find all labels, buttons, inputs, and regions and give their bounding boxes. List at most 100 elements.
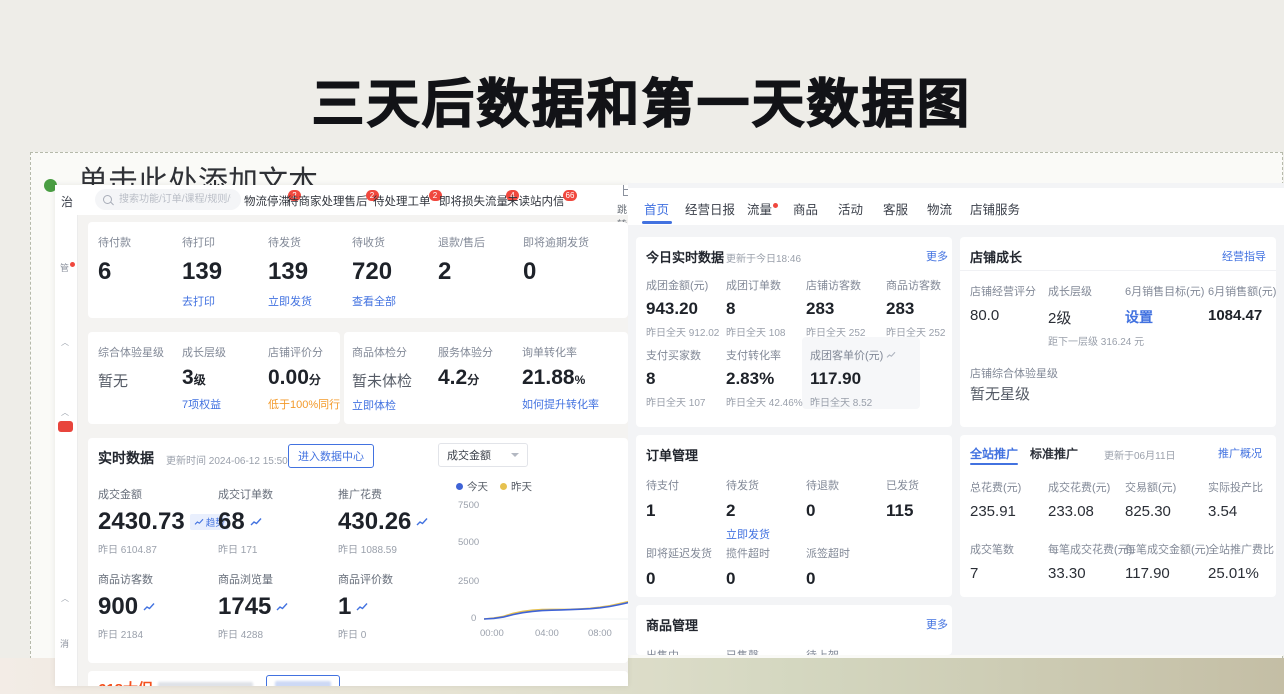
trend-icon (886, 351, 896, 359)
stat-unshipped: 待发货2立即发货 (726, 477, 770, 542)
left-dashboard: 治 管 ︿ ︿ ︿ 消 物流停滞2 待商家处理售后2 待处理工单2 即将损失流量… (55, 185, 628, 686)
go-print-link[interactable]: 去打印 (182, 293, 222, 309)
stat-pending-pay: 待付款6 (98, 234, 131, 286)
left-header: 物流停滞2 待商家处理售后2 待处理工单2 即将损失流量4 未读站内信66 跳转 (77, 185, 628, 215)
realtime-card: 实时数据 更新时间 2024-06-12 15:50:40 进入数据中心 成交金… (88, 438, 628, 663)
stat-inquiry-cvr: 询单转化率21.88%如何提升转化率 (522, 344, 599, 412)
tab-sitewide-promo[interactable]: 全站推广 (970, 445, 1018, 462)
tab-activity[interactable]: 活动 (838, 199, 863, 218)
promo-text-blur (158, 682, 253, 686)
search-input[interactable] (117, 193, 233, 206)
trend-icon[interactable] (276, 602, 288, 612)
goods-col: 出售中 (646, 647, 679, 655)
ytick: 5000 (458, 537, 479, 548)
nav-unread-messages[interactable]: 未读站内信66 (507, 193, 579, 209)
stat-gmv: 成交金额2430.73趋势昨日 6104.87 (98, 486, 229, 556)
nav-tickets-pending[interactable]: 待处理工单2 (373, 193, 444, 209)
yesterday-dot (500, 483, 507, 490)
tab-home[interactable]: 首页 (644, 199, 669, 218)
tab-service[interactable]: 客服 (883, 199, 908, 218)
orders-card: 订单管理 待支付1 待发货2立即发货 待退款0 已发货115 即将延迟发货0 揽… (636, 435, 952, 597)
metric-select[interactable]: 成交金额 (438, 443, 528, 467)
promo-button[interactable] (266, 675, 340, 686)
ytick: 2500 (458, 576, 479, 587)
legend-today[interactable]: 今天 (456, 479, 488, 494)
goods-title: 商品管理 (646, 615, 698, 634)
stat-to-print: 待打印139去打印 (182, 234, 222, 309)
tab-traffic[interactable]: 流量 (747, 199, 777, 218)
more-link[interactable]: 更多 (926, 616, 948, 632)
page-title: 三天后数据和第一天数据图 (0, 62, 1284, 137)
stat-pageviews: 商品浏览量1745昨日 4288 (218, 571, 288, 641)
stat-shop-rating: 店铺经营评分80.0 (970, 283, 1036, 324)
legend-yesterday[interactable]: 昨天 (500, 479, 532, 494)
chevron-up-icon[interactable]: ︿ (61, 593, 69, 604)
stat-shop-score: 店铺评价分0.00分低于100%同行 (268, 344, 340, 412)
stat-unpaid: 待支付1 (646, 477, 679, 521)
today-title: 今日实时数据 (646, 247, 724, 266)
search-icon (103, 195, 112, 204)
tab-logistics[interactable]: 物流 (927, 199, 952, 218)
ytick: 7500 (458, 500, 479, 511)
trend-icon[interactable] (143, 602, 155, 612)
goods-col: 已售罄 (726, 647, 759, 655)
more-link[interactable]: 更多 (926, 248, 948, 264)
left-sidebar[interactable]: 治 管 ︿ ︿ ︿ 消 (55, 185, 78, 686)
xtick: 00:00 (480, 628, 504, 639)
sidebar-top-char: 治 (61, 193, 73, 210)
ads-card: 全站推广 标准推广 更新于06月11日 推广概况 总花费(元)235.91 成交… (960, 435, 1276, 597)
stat-reviews: 商品评价数1昨日 0 (338, 571, 393, 641)
promo-618-icon[interactable] (58, 421, 73, 432)
manage-icon[interactable]: 管 (60, 261, 74, 274)
stat-month-sales: 6月销售额(元)1084.47 (1208, 283, 1276, 324)
stat-refund: 退款/售后2 (438, 234, 485, 286)
stat-total-cost: 总花费(元)235.91 (970, 479, 1021, 520)
tab-daily-report[interactable]: 经营日报 (685, 199, 735, 218)
trend-icon[interactable] (250, 517, 262, 527)
ship-now-link[interactable]: 立即发货 (268, 293, 312, 309)
promo-overview-link[interactable]: 推广概况 (1218, 445, 1262, 461)
stat-deal-count: 成交笔数7 (970, 541, 1014, 582)
tab-shop-service[interactable]: 店铺服务 (970, 199, 1020, 218)
tab-goods[interactable]: 商品 (793, 199, 818, 218)
stat-service-score: 服务体验分4.2分 (438, 344, 493, 390)
stat-goods-visitors: 商品访客数283昨日全天 252 (886, 277, 945, 339)
today-card: 今日实时数据 更新于今日18:46 更多 成团金额(元)943.20昨日全天 9… (636, 237, 952, 427)
ship-now-link[interactable]: 立即发货 (726, 526, 770, 542)
stat-visitors: 商品访客数900昨日 2184 (98, 571, 155, 641)
nav-aftersale-pending[interactable]: 待商家处理售后2 (287, 193, 381, 209)
chevron-down-icon (511, 453, 519, 457)
chevron-up-icon[interactable]: ︿ (61, 337, 69, 348)
rights-link[interactable]: 7项权益 (182, 396, 226, 412)
view-all-link[interactable]: 查看全部 (352, 293, 396, 309)
stat-pending-refund: 待退款0 (806, 477, 839, 521)
search-box[interactable] (95, 189, 241, 210)
stat-shop-visitors: 店铺访客数283昨日全天 252 (806, 277, 865, 339)
chevron-up-icon[interactable]: ︿ (61, 407, 69, 418)
stat-sales-target: 6月销售目标(元)设置 (1125, 283, 1204, 327)
data-center-button[interactable]: 进入数据中心 (288, 444, 374, 468)
right-dashboard: 首页 经营日报 流量 商品 活动 客服 物流 店铺服务 今日实时数据 更新于今日… (628, 183, 1284, 655)
message-icon[interactable]: 消 (60, 637, 69, 650)
stat-shipped: 已发货115 (886, 477, 919, 521)
stat-group-gmv: 成团金额(元)943.20昨日全天 912.02 (646, 277, 719, 339)
stat-cost-per-deal: 每笔成交花费(元)33.30 (1048, 541, 1132, 582)
below-peers-link[interactable]: 低于100%同行 (268, 396, 340, 412)
trend-icon[interactable] (356, 602, 368, 612)
stat-orders: 成交订单数68昨日 171 (218, 486, 273, 556)
health-card-b: 商品体检分暂未体检立即体检 服务体验分4.2分 询单转化率21.88%如何提升转… (344, 332, 628, 424)
guide-link[interactable]: 经营指导 (1222, 248, 1266, 264)
todo-card: 待付款6 待打印139去打印 待发货139立即发货 待收货720查看全部 退款/… (88, 222, 628, 318)
check-now-link[interactable]: 立即体检 (352, 397, 412, 413)
realtime-updated: 更新时间 2024-06-12 15:50:40 (166, 452, 302, 467)
stat-roi: 实际投产比3.54 (1208, 479, 1263, 520)
health-card-a: 综合体验星级暂无 成长层级3级7项权益 店铺评价分0.00分低于100%同行 (88, 332, 340, 424)
improve-cvr-link[interactable]: 如何提升转化率 (522, 396, 599, 412)
stat-pay-buyers: 支付买家数8昨日全天 107 (646, 347, 705, 409)
xtick: 04:00 (535, 628, 559, 639)
today-updated: 更新于今日18:46 (726, 250, 801, 265)
promo-title: 618大促 (98, 678, 153, 686)
tab-standard-promo[interactable]: 标准推广 (1030, 445, 1078, 462)
set-target-link[interactable]: 设置 (1125, 307, 1204, 327)
trend-icon[interactable] (416, 517, 428, 527)
